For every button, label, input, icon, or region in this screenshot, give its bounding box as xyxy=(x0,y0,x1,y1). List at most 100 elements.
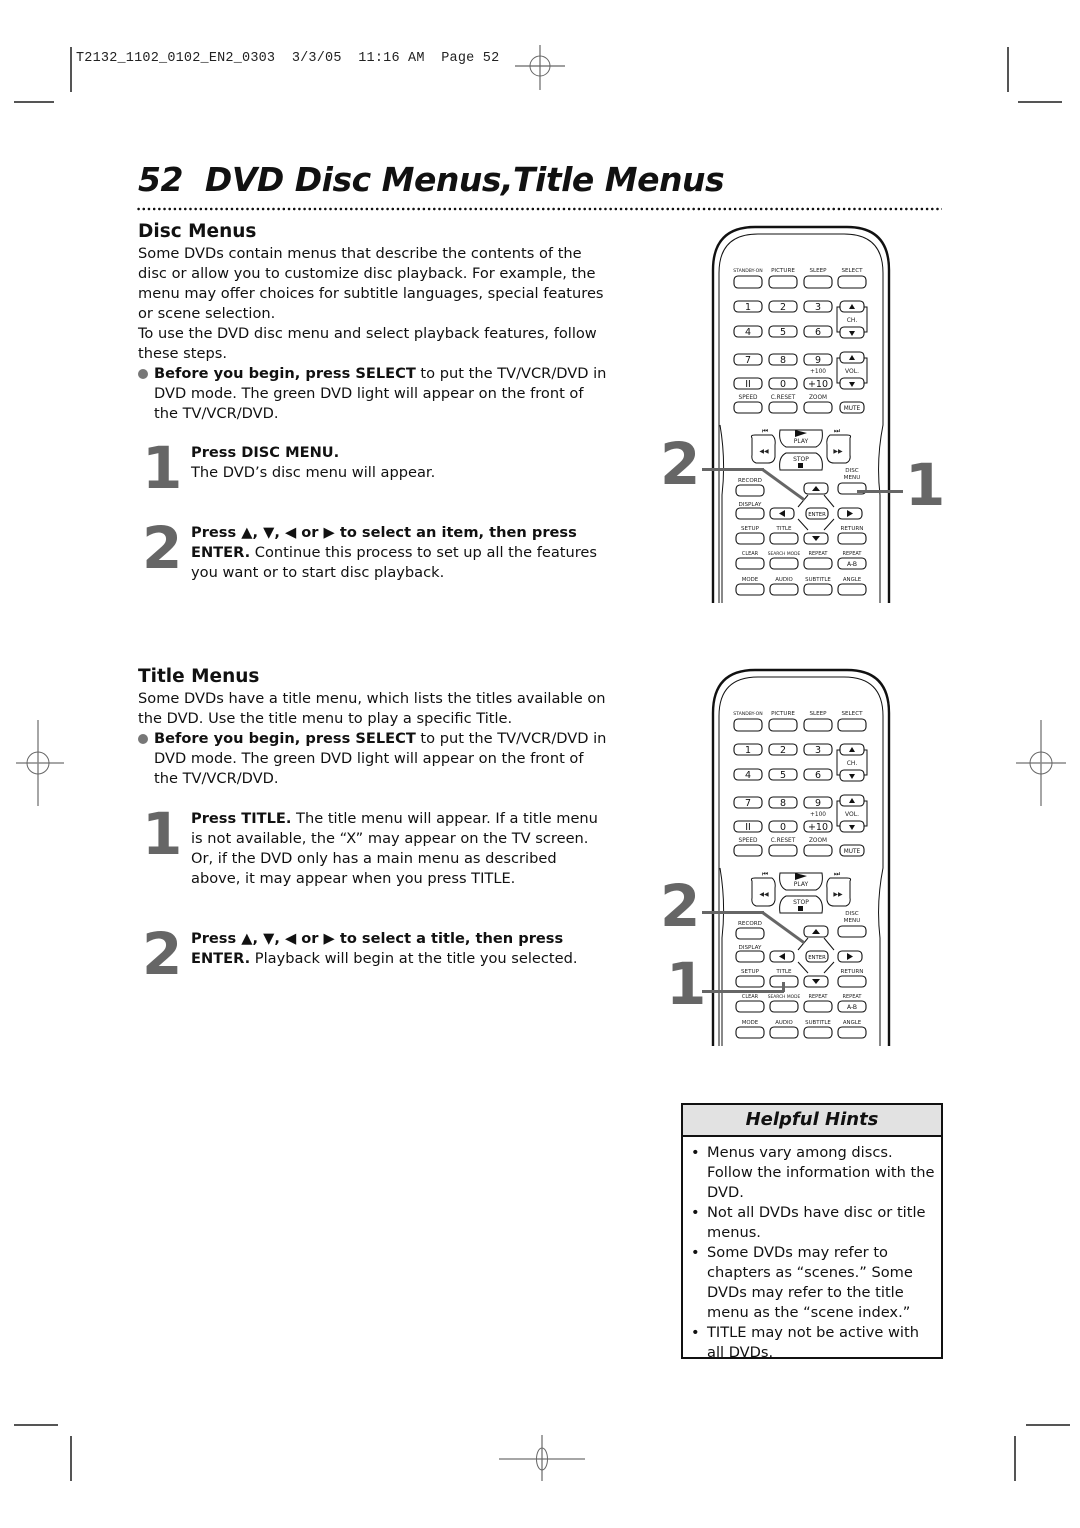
remote-label: SEARCH MODE xyxy=(768,551,801,557)
helpful-hints-list: Menus vary among discs. Follow the infor… xyxy=(683,1143,941,1363)
nav-line xyxy=(823,961,835,974)
remote-button xyxy=(803,401,833,414)
crop-mark xyxy=(1018,101,1062,103)
remote-body-inner xyxy=(718,233,884,603)
remote-label: PICTURE xyxy=(771,711,795,717)
remote-label: ▶▶ xyxy=(833,891,843,898)
registration-mark-right xyxy=(1016,720,1066,806)
remote-bracket xyxy=(864,749,868,776)
remote-title-button xyxy=(769,532,799,545)
remote-label: SUBTITLE xyxy=(805,577,831,583)
remote-label: STANDBY-ON xyxy=(733,268,762,274)
remote-bracket xyxy=(864,800,868,827)
disc-menus-intro2-text: To use the DVD disc menu and select play… xyxy=(138,325,597,362)
nav-line xyxy=(797,518,809,531)
remote-button-label: +10 xyxy=(808,379,828,390)
remote-button xyxy=(769,583,799,596)
callout-line xyxy=(857,490,903,493)
remote-bracket xyxy=(836,749,840,776)
remote-label: PICTURE xyxy=(771,268,795,274)
remote-button xyxy=(735,583,765,596)
remote-label: RETURN xyxy=(840,526,863,532)
crop-mark xyxy=(1014,1436,1016,1481)
remote-button xyxy=(733,718,763,732)
callout-line xyxy=(702,990,784,993)
hint-item: Not all DVDs have disc or title menus. xyxy=(691,1203,935,1243)
page-title: 52 DVD Disc Menus,Title Menus xyxy=(138,160,725,199)
remote-label: MENU xyxy=(844,475,861,481)
remote-label: AUDIO xyxy=(775,577,793,583)
title-menus-heading: Title Menus xyxy=(138,666,260,687)
remote-button xyxy=(768,718,798,732)
callout-step-1: 1 xyxy=(905,451,946,519)
remote-label: MODE xyxy=(742,577,759,583)
remote-button-label: 0 xyxy=(780,379,786,390)
disc-menus-intro-text: Some DVDs contain menus that describe th… xyxy=(138,245,604,322)
remote-button-label: 1 xyxy=(745,302,751,313)
remote-label: AUDIO xyxy=(775,1020,793,1026)
remote-label: +100 xyxy=(810,812,826,818)
remote-label: +100 xyxy=(810,369,826,375)
disc-menus-heading: Disc Menus xyxy=(138,221,257,242)
remote-label: RECORD xyxy=(738,478,762,484)
bullet-icon xyxy=(138,369,148,379)
remote-button-label: 9 xyxy=(815,355,821,366)
remote-button xyxy=(803,1026,833,1039)
nav-line xyxy=(823,494,835,508)
remote-button-label: +10 xyxy=(808,822,828,833)
remote-button-label: 5 xyxy=(780,770,786,781)
remote-label: CLEAR xyxy=(742,551,759,557)
remote-button xyxy=(837,583,867,596)
remote-display-button xyxy=(735,950,765,963)
remote-label: DISC xyxy=(845,911,859,917)
registration-mark-top xyxy=(515,45,565,90)
remote-label: DISC xyxy=(845,468,859,474)
remote-button xyxy=(803,583,833,596)
remote-button xyxy=(837,275,867,289)
remote-label: C.RESET xyxy=(771,838,796,844)
remote-label: SPEED xyxy=(739,395,759,401)
remote-button xyxy=(733,401,763,414)
remote-bracket xyxy=(836,306,840,333)
remote-record-button xyxy=(735,484,765,497)
disc-step-1: 1 Press DISC MENU. The DVD’s disc menu wi… xyxy=(138,439,608,497)
remote-button xyxy=(768,275,798,289)
remote-label: SELECT xyxy=(841,711,863,717)
title-menus-before-note: Before you begin, press SELECT to put th… xyxy=(138,729,608,789)
before-bold: Before you begin, press SELECT xyxy=(154,730,416,747)
remote-button xyxy=(733,275,763,289)
remote-button xyxy=(768,401,798,414)
step-number: 1 xyxy=(142,434,183,502)
bullet-icon xyxy=(138,734,148,744)
disc-step-2: 2 Press ▲, ▼, ◀ or ▶ to select an item, … xyxy=(138,519,608,583)
step-text: The DVD’s disc menu will appear. xyxy=(191,464,436,481)
remote-button-label: 4 xyxy=(745,770,751,781)
remote-label: CH. xyxy=(847,760,858,767)
nav-line xyxy=(823,518,835,531)
crop-mark xyxy=(1026,1424,1070,1426)
remote-button xyxy=(803,844,833,857)
remote-label: STOP xyxy=(793,899,809,906)
dotted-rule xyxy=(136,207,942,211)
remote-button-label: 9 xyxy=(815,798,821,809)
remote-button-label: II xyxy=(745,379,751,390)
remote-button-label: 6 xyxy=(815,327,821,338)
remote-disc-menu-button xyxy=(837,925,867,938)
remote-bracket xyxy=(864,306,868,333)
remote-label: C.RESET xyxy=(771,395,796,401)
callout-line xyxy=(702,911,764,914)
remote-svg: STANDBY-ON PICTURE SLEEP SELECT 1 2 3 4 5 6 7 8 9 II 0… xyxy=(711,225,891,603)
remote-button xyxy=(769,557,799,570)
remote-label: REPEAT xyxy=(843,994,863,1000)
remote-button xyxy=(735,1000,765,1013)
remote-button xyxy=(803,557,833,570)
step-number: 2 xyxy=(142,920,183,988)
remote-button xyxy=(803,1000,833,1013)
remote-body-inner xyxy=(719,867,725,1046)
crop-mark xyxy=(70,1436,72,1481)
remote-bracket xyxy=(836,800,840,827)
crop-mark xyxy=(70,47,72,92)
stop-icon xyxy=(798,463,803,468)
remote-button-label: MUTE xyxy=(844,406,861,412)
remote-button-label: 6 xyxy=(815,770,821,781)
